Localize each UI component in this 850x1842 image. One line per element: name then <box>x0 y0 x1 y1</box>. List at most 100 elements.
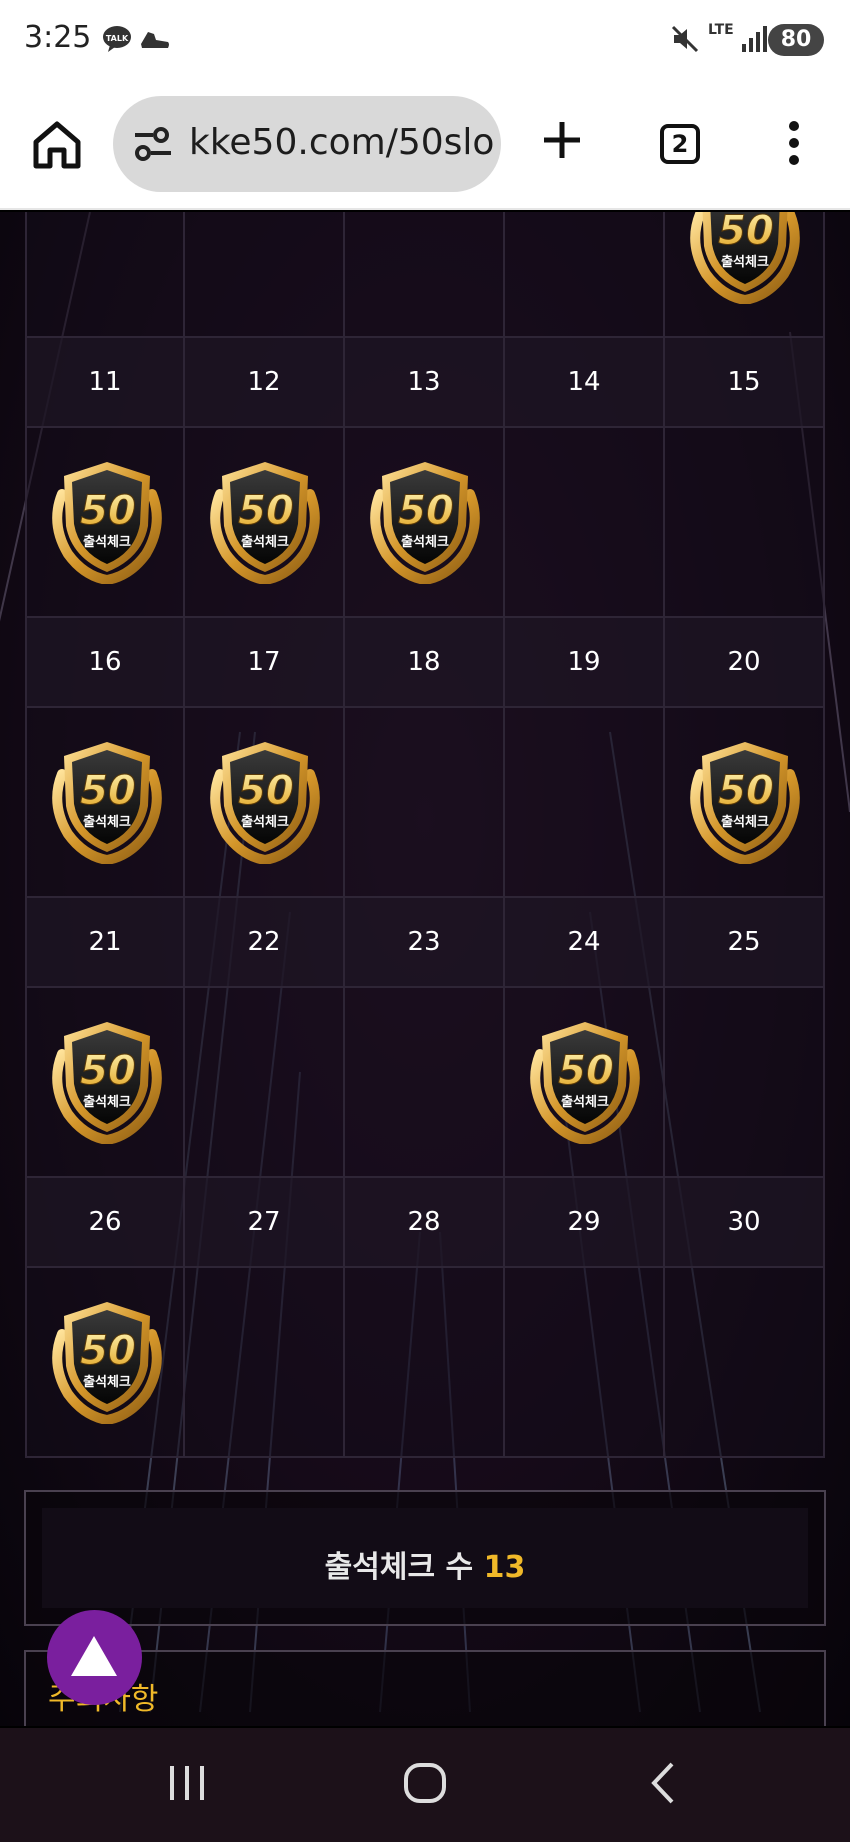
site-settings-icon[interactable] <box>133 126 173 162</box>
stamp-label: 출석체크 <box>721 254 769 270</box>
date-number: 27 <box>185 1178 345 1268</box>
day-cell: 50 출석체크 <box>185 708 345 898</box>
date-number: 28 <box>345 1178 505 1268</box>
attendance-stamp-icon: 50출석체크 <box>530 1022 640 1144</box>
attendance-count-text: 출석체크 수 13 <box>42 1542 808 1586</box>
attendance-stamp-icon: 50출석체크 <box>52 1302 162 1424</box>
calendar-week-row: 50 출석체크 <box>25 212 825 338</box>
attendance-stamp-icon: 50출석체크 <box>210 742 320 864</box>
day-cell: 50 출석체크 <box>665 212 825 338</box>
stamp-number: 50 <box>80 1328 136 1374</box>
status-time: 3:25 <box>24 20 92 55</box>
home-icon[interactable] <box>30 118 84 172</box>
scroll-to-top-button[interactable] <box>47 1610 142 1705</box>
date-number: 19 <box>505 618 665 708</box>
day-cell <box>665 428 825 618</box>
home-nav-icon[interactable] <box>402 1758 448 1808</box>
attendance-count-label: 출석체크 수 <box>324 1550 474 1585</box>
recent-apps-icon[interactable] <box>166 1758 208 1808</box>
stamp-label: 출석체크 <box>83 1094 131 1110</box>
day-cell <box>25 212 185 338</box>
attendance-calendar: 50 출석체크 11 12 13 14 15 50 출석체크 50 출석체크 50 출석… <box>25 212 825 1458</box>
stamp-number: 50 <box>718 212 774 254</box>
stamp-label: 출석체크 <box>241 534 289 550</box>
attendance-summary-box: 출석체크 수 13 <box>24 1490 826 1626</box>
network-type: LTE <box>708 22 734 38</box>
stamp-number: 50 <box>238 488 294 534</box>
day-cell <box>505 428 665 618</box>
calendar-stamp-row: 50 출석체크 <box>25 1268 825 1458</box>
date-number: 30 <box>665 1178 825 1268</box>
day-cell: 50 출석체크 <box>25 708 185 898</box>
day-cell <box>185 212 345 338</box>
url-text[interactable]: kke50.com/50slo <box>189 122 494 163</box>
attendance-stamp-icon: 50출석체크 <box>690 742 800 864</box>
svg-text:TALK: TALK <box>106 34 129 43</box>
day-cell <box>185 1268 345 1458</box>
stamp-label: 출석체크 <box>83 534 131 550</box>
stamp-label: 출석체크 <box>401 534 449 550</box>
system-navigation-bar <box>0 1728 850 1842</box>
kakaotalk-icon: TALK <box>103 26 131 52</box>
stamp-number: 50 <box>718 768 774 814</box>
date-number: 18 <box>345 618 505 708</box>
notice-box: 주의사항 <box>24 1650 826 1726</box>
day-cell: 50 출석체크 <box>345 428 505 618</box>
stamp-label: 출석체크 <box>561 1094 609 1110</box>
day-cell: 50 출석체크 <box>665 708 825 898</box>
day-cell: 50 출석체크 <box>185 428 345 618</box>
attendance-count-value: 13 <box>483 1550 526 1585</box>
day-cell <box>665 988 825 1178</box>
tab-switcher-button[interactable]: 2 <box>660 124 700 164</box>
status-bar: 3:25 TALK LTE 80 <box>0 0 850 80</box>
stamp-number: 50 <box>398 488 454 534</box>
date-number: 17 <box>185 618 345 708</box>
day-cell <box>345 1268 505 1458</box>
date-number: 22 <box>185 898 345 988</box>
new-tab-icon[interactable] <box>540 118 584 162</box>
date-number: 20 <box>665 618 825 708</box>
attendance-stamp-icon: 50출석체크 <box>370 462 480 584</box>
date-number: 11 <box>25 338 185 428</box>
calendar-date-row: 16 17 18 19 20 <box>25 618 825 708</box>
day-cell: 50 출석체크 <box>25 428 185 618</box>
page-content: 50 출석체크 11 12 13 14 15 50 출석체크 50 출석체크 50 출석… <box>0 212 850 1726</box>
address-bar[interactable]: kke50.com/50slo <box>113 96 501 192</box>
day-cell <box>345 988 505 1178</box>
more-menu-icon[interactable] <box>782 118 806 168</box>
stamp-label: 출석체크 <box>241 814 289 830</box>
stamp-number: 50 <box>80 1048 136 1094</box>
date-number: 14 <box>505 338 665 428</box>
attendance-stamp-icon: 50출석체크 <box>52 462 162 584</box>
stamp-number: 50 <box>238 768 294 814</box>
attendance-stamp-icon: 50출석체크 <box>210 462 320 584</box>
calendar-stamp-row: 50 출석체크 50 출석체크 50 출석체크 <box>25 428 825 618</box>
stamp-number: 50 <box>558 1048 614 1094</box>
date-number: 21 <box>25 898 185 988</box>
day-cell <box>345 212 505 338</box>
day-cell: 50 출석체크 <box>25 1268 185 1458</box>
shoe-icon <box>141 32 169 48</box>
date-number: 23 <box>345 898 505 988</box>
date-number: 29 <box>505 1178 665 1268</box>
calendar-date-row: 26 27 28 29 30 <box>25 1178 825 1268</box>
date-number: 24 <box>505 898 665 988</box>
day-cell: 50 출석체크 <box>505 988 665 1178</box>
stamp-number: 50 <box>80 488 136 534</box>
date-number: 15 <box>665 338 825 428</box>
calendar-stamp-row: 50 출석체크 50 출석체크 <box>25 988 825 1178</box>
day-cell <box>505 212 665 338</box>
mute-icon <box>671 25 699 53</box>
stamp-label: 출석체크 <box>83 814 131 830</box>
day-cell <box>345 708 505 898</box>
day-cell: 50 출석체크 <box>25 988 185 1178</box>
attendance-stamp-icon: 50출석체크 <box>52 1022 162 1144</box>
back-icon[interactable] <box>644 1758 680 1808</box>
stamp-label: 출석체크 <box>83 1374 131 1390</box>
day-cell <box>505 708 665 898</box>
date-number: 12 <box>185 338 345 428</box>
browser-toolbar: kke50.com/50slo 2 <box>0 80 850 210</box>
signal-icon <box>742 26 767 52</box>
battery-indicator: 80 <box>768 24 824 56</box>
calendar-date-row: 21 22 23 24 25 <box>25 898 825 988</box>
